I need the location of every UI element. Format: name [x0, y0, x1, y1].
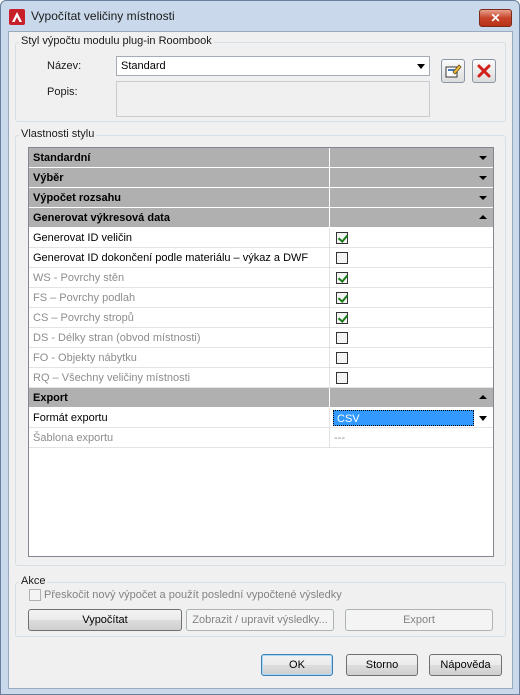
property-checkbox[interactable]: [336, 232, 348, 244]
property-row-fo: FO - Objekty nábytku: [29, 348, 493, 368]
property-checkbox[interactable]: [336, 272, 348, 284]
property-label: Formát exportu: [33, 412, 108, 424]
category-label: Export: [33, 392, 68, 404]
property-row-fs: FS – Povrchy podlah: [29, 288, 493, 308]
ok-button[interactable]: OK: [261, 654, 333, 676]
property-label: RQ – Všechny veličiny místnosti: [33, 372, 191, 384]
category-export[interactable]: Export: [29, 388, 493, 408]
column-divider: [329, 148, 330, 168]
delete-style-button[interactable]: [472, 59, 496, 83]
style-name-value: Standard: [121, 60, 166, 72]
property-checkbox[interactable]: [336, 252, 348, 264]
calculate-button[interactable]: Vypočítat: [28, 609, 182, 631]
column-divider: [329, 408, 330, 428]
description-field[interactable]: [116, 81, 430, 117]
property-checkbox[interactable]: [336, 332, 348, 344]
column-divider: [329, 228, 330, 248]
collapse-icon[interactable]: [479, 215, 487, 219]
property-grid[interactable]: Standardní Výběr Výpočet rozsahu Generov…: [28, 147, 494, 557]
autocad-app-icon: [9, 9, 25, 25]
column-divider: [329, 348, 330, 368]
collapse-icon[interactable]: [479, 395, 487, 399]
column-divider: [329, 308, 330, 328]
name-label: Název:: [47, 60, 82, 72]
expand-icon[interactable]: [479, 156, 487, 160]
property-label: Generovat ID dokončení podle materiálu –…: [33, 252, 309, 264]
expand-icon[interactable]: [479, 196, 487, 200]
style-name-select[interactable]: Standard: [116, 56, 430, 76]
category-label: Výběr: [33, 172, 64, 184]
dialog-client-area: Styl výpočtu modulu plug-in Roombook Náz…: [8, 31, 513, 689]
show-results-button[interactable]: Zobrazit / upravit výsledky...: [186, 609, 334, 631]
property-label: WS - Povrchy stěn: [33, 272, 125, 284]
column-divider: [329, 268, 330, 288]
property-row-ds: DS - Délky stran (obvod místnosti): [29, 328, 493, 348]
column-divider: [329, 388, 330, 408]
expand-icon[interactable]: [479, 176, 487, 180]
column-divider: [329, 328, 330, 348]
property-label: CS – Povrchy stropů: [33, 312, 134, 324]
property-checkbox[interactable]: [336, 352, 348, 364]
category-label: Standardní: [33, 152, 91, 164]
column-divider: [329, 188, 330, 208]
category-standard[interactable]: Standardní: [29, 148, 493, 168]
column-divider: [329, 168, 330, 188]
skip-recalculation-checkbox[interactable]: [29, 589, 41, 601]
property-row-ws: WS - Povrchy stěn: [29, 268, 493, 288]
export-format-select[interactable]: CSV: [333, 410, 474, 426]
properties-group-title: Vlastnosti stylu: [19, 128, 97, 140]
category-generate-drawing-data[interactable]: Generovat výkresová data: [29, 208, 493, 228]
column-divider: [329, 368, 330, 388]
column-divider: [329, 208, 330, 228]
property-label: FS – Povrchy podlah: [33, 292, 136, 304]
cancel-button[interactable]: Storno: [346, 654, 418, 676]
title-bar[interactable]: Vypočítat veličiny místnosti ✕: [1, 1, 519, 31]
close-button[interactable]: ✕: [479, 9, 512, 27]
help-button[interactable]: Nápověda: [429, 654, 502, 676]
style-group-title: Styl výpočtu modulu plug-in Roombook: [19, 35, 214, 47]
edit-style-icon: [445, 64, 462, 78]
window-title: Vypočítat veličiny místnosti: [31, 9, 175, 23]
dialog-window: Vypočítat veličiny místnosti ✕ Styl výpo…: [0, 0, 520, 695]
property-row-generate-quantity-ids: Generovat ID veličin: [29, 228, 493, 248]
actions-group-title: Akce: [19, 575, 48, 587]
description-label: Popis:: [47, 86, 78, 98]
property-label: Generovat ID veličin: [33, 232, 133, 244]
property-label: FO - Objekty nábytku: [33, 352, 137, 364]
property-row-generate-finish-ids: Generovat ID dokončení podle materiálu –…: [29, 248, 493, 268]
category-selection[interactable]: Výběr: [29, 168, 493, 188]
category-label: Generovat výkresová data: [33, 212, 170, 224]
skip-recalculation-label: Přeskočit nový výpočet a použít poslední…: [44, 589, 342, 601]
property-label: DS - Délky stran (obvod místnosti): [33, 332, 201, 344]
column-divider: [329, 248, 330, 268]
export-template-value: ---: [334, 432, 345, 444]
delete-icon: [477, 64, 491, 78]
property-row-export-template: Šablona exportu ---: [29, 428, 493, 448]
export-button[interactable]: Export: [345, 609, 493, 631]
property-checkbox[interactable]: [336, 312, 348, 324]
category-label: Výpočet rozsahu: [33, 192, 122, 204]
chevron-down-icon: [417, 64, 425, 69]
chevron-down-icon[interactable]: [479, 416, 487, 421]
property-row-cs: CS – Povrchy stropů: [29, 308, 493, 328]
property-row-export-format: Formát exportu CSV: [29, 408, 493, 428]
property-label: Šablona exportu: [33, 432, 114, 444]
close-icon: ✕: [490, 11, 501, 25]
edit-style-button[interactable]: [441, 59, 465, 83]
property-checkbox[interactable]: [336, 292, 348, 304]
property-row-rq: RQ – Všechny veličiny místnosti: [29, 368, 493, 388]
property-checkbox[interactable]: [336, 372, 348, 384]
column-divider: [329, 288, 330, 308]
category-extent-calculation[interactable]: Výpočet rozsahu: [29, 188, 493, 208]
column-divider: [329, 428, 330, 448]
